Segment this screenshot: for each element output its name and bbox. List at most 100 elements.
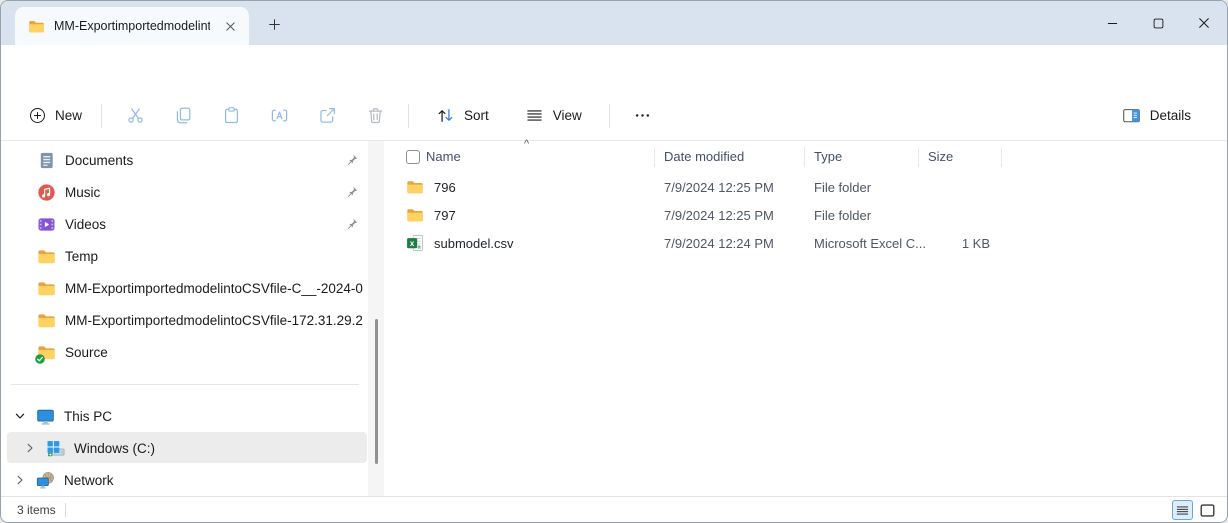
sidebar-item-network[interactable]: Network (13, 464, 114, 496)
network-icon (36, 471, 55, 490)
toolbar-divider (101, 104, 102, 128)
ellipsis-icon (633, 106, 652, 125)
sidebar-item-label: Videos (65, 217, 106, 232)
sidebar-item-this-pc[interactable]: This PC (13, 400, 112, 432)
sidebar-divider (11, 384, 359, 385)
column-divider[interactable] (654, 147, 655, 167)
close-icon (225, 21, 236, 32)
sort-button-label: Sort (464, 108, 489, 123)
video-icon (37, 215, 56, 234)
sidebar-item-music[interactable]: Music (1, 176, 367, 208)
file-date-modified: 7/9/2024 12:25 PM (664, 208, 774, 223)
sidebar-scrollbar-thumb[interactable] (375, 319, 378, 464)
file-type: Microsoft Excel C... (814, 236, 926, 251)
sidebar-item-videos[interactable]: Videos (1, 208, 367, 240)
document-icon (37, 151, 56, 170)
tab-close-button[interactable] (219, 15, 241, 37)
minimize-icon (1107, 18, 1118, 29)
close-button[interactable] (1181, 1, 1227, 45)
folder-icon (406, 206, 424, 224)
sidebar-item-label: MM-ExportimportedmodelintoCSVfile-C__-20… (65, 281, 363, 296)
computer-icon (36, 407, 55, 426)
new-tab-button[interactable] (261, 11, 287, 37)
windows-drive-icon (46, 439, 65, 458)
excel-csv-icon (406, 234, 424, 252)
maximize-button[interactable] (1135, 1, 1181, 45)
minimize-button[interactable] (1089, 1, 1135, 45)
chevron-right-icon[interactable] (13, 474, 27, 486)
sidebar-item-source[interactable]: Source (1, 336, 367, 368)
new-button[interactable]: New (19, 100, 92, 131)
sidebar-item-label: Documents (65, 153, 133, 168)
chevron-right-icon[interactable] (23, 442, 37, 454)
explorer-tab[interactable]: MM-Exportimportedmodelinto (15, 7, 249, 45)
details-button-label: Details (1150, 108, 1191, 123)
column-header-row: Name ^ Date modified Type Size (384, 141, 1227, 171)
file-name: 796 (434, 180, 456, 195)
column-divider[interactable] (1001, 147, 1002, 167)
status-bar: 3 items (1, 496, 1227, 522)
column-header-size[interactable]: Size (928, 149, 953, 164)
paste-button[interactable] (210, 98, 252, 134)
window-controls (1089, 1, 1227, 45)
see-more-button[interactable] (622, 98, 664, 134)
sidebar-scrollbar-track[interactable] (368, 141, 384, 496)
item-count: 3 items (17, 503, 56, 517)
table-row[interactable]: 796 7/9/2024 12:25 PM File folder (384, 173, 1227, 201)
cut-button[interactable] (114, 98, 156, 134)
file-type: File folder (814, 208, 871, 223)
file-name: submodel.csv (434, 236, 513, 251)
details-view-toggle[interactable] (1172, 500, 1193, 520)
music-icon (37, 183, 56, 202)
sidebar-item-mm-export-2[interactable]: MM-ExportimportedmodelintoCSVfile-172.31… (1, 304, 367, 336)
share-button[interactable] (306, 98, 348, 134)
sidebar-item-temp[interactable]: Temp (1, 240, 367, 272)
delete-button[interactable] (354, 98, 396, 134)
column-divider[interactable] (804, 147, 805, 167)
column-header-name[interactable]: Name (426, 149, 461, 164)
chevron-down-icon[interactable] (13, 410, 27, 422)
folder-icon (28, 18, 45, 35)
select-all-checkbox[interactable] (406, 150, 420, 164)
sidebar-item-label: This PC (64, 409, 112, 424)
details-pane-icon (1122, 106, 1141, 125)
rename-button[interactable] (258, 98, 300, 134)
trash-icon (366, 106, 385, 125)
file-date-modified: 7/9/2024 12:24 PM (664, 236, 774, 251)
details-pane-button[interactable]: Details (1112, 99, 1201, 132)
rename-icon (270, 106, 289, 125)
file-explorer-window: MM-Exportimportedmodelinto ··· Temp MM-E… (0, 0, 1228, 523)
folder-icon (37, 247, 56, 266)
title-bar: MM-Exportimportedmodelinto (1, 1, 1227, 45)
file-size: 1 KB (918, 236, 990, 251)
share-icon (318, 106, 337, 125)
file-date-modified: 7/9/2024 12:25 PM (664, 180, 774, 195)
toolbar-divider (609, 104, 610, 128)
folder-icon (37, 279, 56, 298)
column-header-type[interactable]: Type (814, 149, 842, 164)
pin-icon (345, 185, 359, 199)
navigation-pane: Documents Music Videos Temp MM-Exportimp… (1, 141, 384, 496)
command-toolbar: New Sort View Details (1, 91, 1227, 141)
sidebar-item-documents[interactable]: Documents (1, 144, 367, 176)
view-lines-icon (525, 106, 544, 125)
sidebar-item-mm-export-1[interactable]: MM-ExportimportedmodelintoCSVfile-C__-20… (1, 272, 367, 304)
sidebar-item-windows-c[interactable]: Windows (C:) (23, 432, 155, 464)
view-button[interactable]: View (513, 99, 594, 132)
plus-icon (268, 18, 281, 31)
file-list: Name ^ Date modified Type Size 796 7/9/2… (384, 141, 1227, 496)
table-row[interactable]: 797 7/9/2024 12:25 PM File folder (384, 201, 1227, 229)
folder-icon (406, 178, 424, 196)
pin-icon (345, 217, 359, 231)
column-header-date-modified[interactable]: Date modified (664, 149, 744, 164)
sort-button[interactable]: Sort (424, 99, 501, 132)
file-type: File folder (814, 180, 871, 195)
thumbnail-view-toggle[interactable] (1197, 500, 1218, 520)
column-divider[interactable] (918, 147, 919, 167)
new-button-label: New (55, 108, 82, 123)
copy-button[interactable] (162, 98, 204, 134)
table-row[interactable]: submodel.csv 7/9/2024 12:24 PM Microsoft… (384, 229, 1227, 257)
thumbnail-view-icon (1199, 502, 1216, 519)
sidebar-item-label: Network (64, 473, 114, 488)
navigation-bar: ··· Temp MM-ExportimportedmodelintoCSVfi… (1, 45, 1227, 91)
